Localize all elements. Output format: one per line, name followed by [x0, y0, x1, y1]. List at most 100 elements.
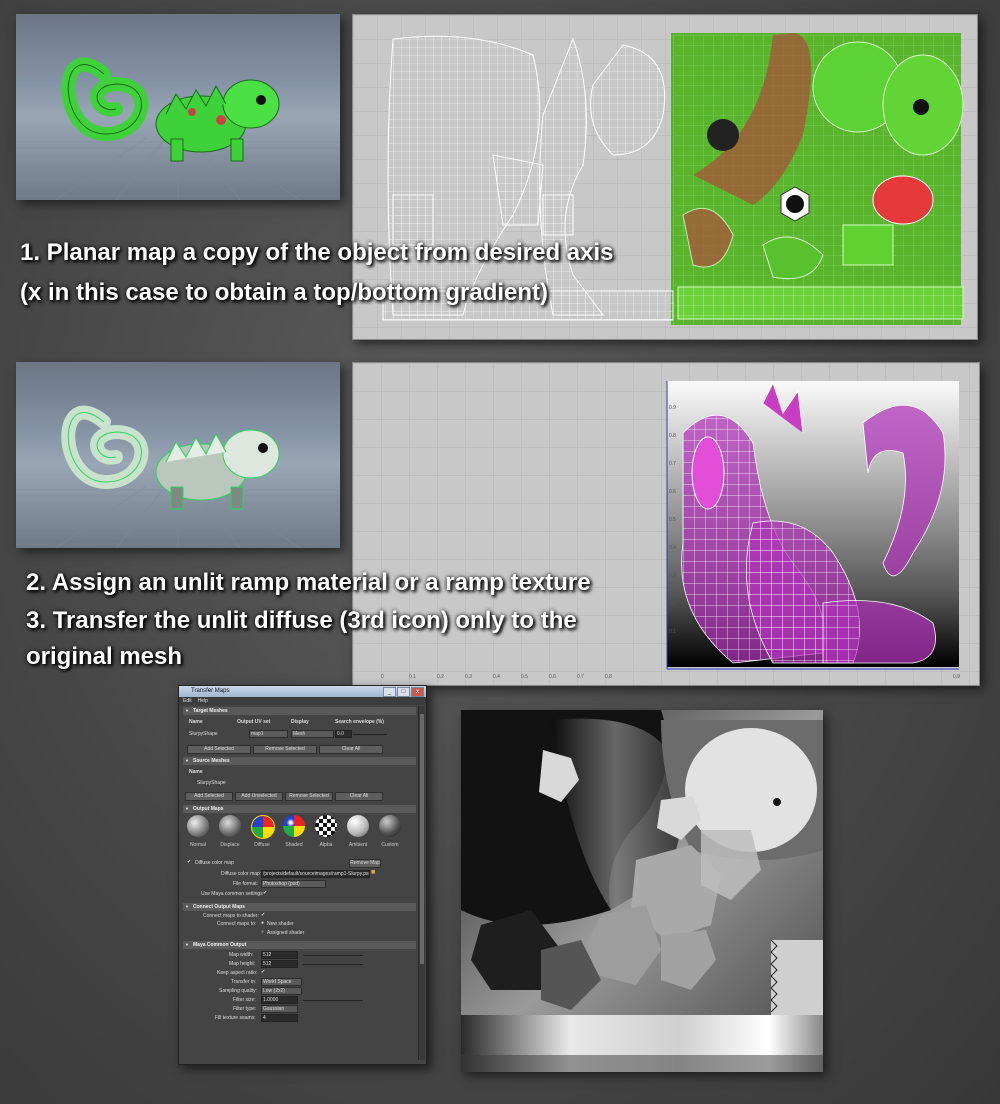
custom-map-label: Custom — [381, 842, 399, 848]
minimize-button[interactable]: _ — [383, 687, 396, 697]
fill-seams-label: Fill texture seams: — [215, 1015, 256, 1021]
file-format-dropdown[interactable]: Photoshop (psd) — [261, 880, 326, 888]
normal-map-icon[interactable] — [187, 815, 209, 837]
filter-type-dropdown[interactable]: Gaussian — [261, 1005, 298, 1013]
shaded-map-icon[interactable] — [283, 815, 305, 837]
assigned-shader-label: Assigned shader — [267, 930, 305, 936]
uv-x-label-8: 0.7 — [577, 674, 584, 680]
window-titlebar[interactable]: Transfer Maps _ □ x — [179, 686, 426, 697]
common-settings-check-icon[interactable]: ✔ — [263, 890, 267, 896]
uv-y-label-7: 0.3 — [669, 573, 676, 579]
section-maya-common-output[interactable]: Maya Common Output — [183, 941, 416, 949]
map-width-slider[interactable] — [303, 955, 363, 956]
uv-x-label-7: 0.6 — [549, 674, 556, 680]
folder-icon[interactable]: ■ — [371, 869, 375, 876]
source-remove-selected-button[interactable]: Remove Selected — [285, 792, 333, 801]
map-height-label: Map height: — [229, 961, 256, 967]
scrollbar-thumb[interactable] — [420, 714, 424, 964]
menu-bar: Edit Help — [179, 697, 426, 705]
source-mesh-name: SlurpyShape — [197, 780, 226, 786]
filter-size-slider[interactable] — [303, 1000, 363, 1001]
caption-step3-line1: 3. Transfer the unlit diffuse (3rd icon)… — [26, 607, 577, 634]
uv-x-label-1: 0 — [381, 674, 384, 680]
uv-x-label-9: 0.8 — [605, 674, 612, 680]
map-height-field[interactable]: 512 — [261, 960, 298, 968]
transfer-maps-window[interactable]: Transfer Maps _ □ x Edit Help Target Mes… — [178, 685, 427, 1065]
keep-aspect-check-icon[interactable]: ✔ — [261, 969, 265, 975]
custom-map-icon[interactable] — [379, 815, 401, 837]
filter-size-label: Filter size: — [233, 997, 256, 1003]
transfer-in-dropdown[interactable]: World Space — [261, 978, 302, 986]
source-add-selected-button[interactable]: Add Selected — [185, 792, 233, 801]
source-clear-all-button[interactable]: Clear All — [335, 792, 383, 801]
caption-step2: 2. Assign an unlit ramp material or a ra… — [26, 569, 591, 596]
source-add-unselected-button[interactable]: Add Unselected — [235, 792, 283, 801]
transfer-in-label: Transfer in: — [231, 979, 257, 985]
diffuse-map-icon[interactable] — [251, 815, 275, 839]
uv-y-label-1: 0.9 — [669, 405, 676, 411]
diffuse-check-icon[interactable]: ✔ — [187, 859, 191, 865]
uv-y-label-3: 0.7 — [669, 461, 676, 467]
envelope-slider[interactable] — [353, 734, 387, 735]
baked-diffuse-map — [461, 710, 823, 1072]
caption-step1-line1: 1. Planar map a copy of the object from … — [20, 239, 614, 266]
displace-map-icon[interactable] — [219, 815, 241, 837]
uv-x-label-2: 0.1 — [409, 674, 416, 680]
shaded-map-label: Shaded — [285, 842, 303, 848]
caption-step3-line2: original mesh — [26, 643, 183, 670]
alpha-map-label: Alpha — [319, 842, 333, 848]
col-name: Name — [189, 719, 203, 725]
assigned-shader-radio-icon[interactable]: ● — [261, 929, 264, 935]
target-add-selected-button[interactable]: Add Selected — [187, 745, 251, 754]
new-shader-radio-icon[interactable]: ● — [261, 920, 264, 926]
uv-x-label-6: 0.5 — [521, 674, 528, 680]
sampling-quality-label: Sampling quality: — [219, 988, 258, 994]
chameleon-green-render — [16, 57, 340, 200]
col-display: Display — [291, 719, 309, 725]
color-map-path-field[interactable]: /projects/default/sourceimages/ramp1-Slu… — [261, 870, 370, 878]
target-clear-all-button[interactable]: Clear All — [319, 745, 383, 754]
map-height-slider[interactable] — [303, 964, 363, 965]
target-remove-selected-button[interactable]: Remove Selected — [253, 745, 317, 754]
section-output-maps[interactable]: Output Maps — [183, 805, 416, 813]
connect-shader-check-icon[interactable]: ✔ — [261, 912, 265, 918]
window-scrollbar[interactable] — [418, 706, 425, 1060]
uv-set-dropdown[interactable]: map1 — [249, 730, 288, 738]
sampling-quality-dropdown[interactable]: Low (2x2) — [261, 987, 302, 995]
common-settings-label: Use Maya common settings — [201, 891, 263, 897]
target-mesh-name: SlurpyShape — [189, 731, 218, 737]
maximize-button[interactable]: □ — [397, 687, 410, 697]
envelope-field[interactable]: 0.0 — [335, 730, 352, 738]
fill-seams-field[interactable]: 4 — [261, 1014, 298, 1022]
section-source-meshes[interactable]: Source Meshes — [183, 757, 416, 765]
uv-x-label-5: 0.4 — [493, 674, 500, 680]
menu-help[interactable]: Help — [198, 697, 208, 705]
uv-y-label-2: 0.8 — [669, 433, 676, 439]
uv-y-label-9: 0.1 — [669, 629, 676, 635]
uv-y-label-5: 0.5 — [669, 517, 676, 523]
filter-type-label: Filter type: — [233, 1006, 257, 1012]
display-dropdown[interactable]: Mesh — [291, 730, 334, 738]
viewport-middle — [16, 362, 340, 548]
map-width-field[interactable]: 512 — [261, 951, 298, 959]
filter-size-field[interactable]: 1.0000 — [261, 996, 298, 1004]
menu-edit[interactable]: Edit — [183, 697, 192, 705]
uv-x-label-3: 0.2 — [437, 674, 444, 680]
baked-gradient-shells — [461, 710, 823, 1072]
diffuse-map-label: Diffuse — [254, 842, 270, 848]
source-col-name: Name — [189, 769, 203, 775]
uv-y-label-4: 0.6 — [669, 489, 676, 495]
ambient-map-icon[interactable] — [347, 815, 369, 837]
ambient-map-label: Ambient — [348, 842, 368, 848]
remove-map-button[interactable]: Remove Map — [349, 859, 381, 868]
section-target-meshes[interactable]: Target Meshes — [183, 707, 416, 715]
diffuse-check-label: Diffuse color map — [195, 860, 234, 866]
uv-y-label-8: 0.2 — [669, 601, 676, 607]
alpha-map-icon[interactable] — [315, 815, 337, 837]
close-button[interactable]: x — [411, 687, 424, 697]
connect-maps-to-label: Connect maps to: — [217, 921, 257, 927]
chameleon-white-render — [16, 405, 340, 548]
file-format-label: File format: — [233, 881, 259, 887]
section-connect-output-maps[interactable]: Connect Output Maps — [183, 903, 416, 911]
col-uv-set: Output UV set — [237, 719, 271, 725]
